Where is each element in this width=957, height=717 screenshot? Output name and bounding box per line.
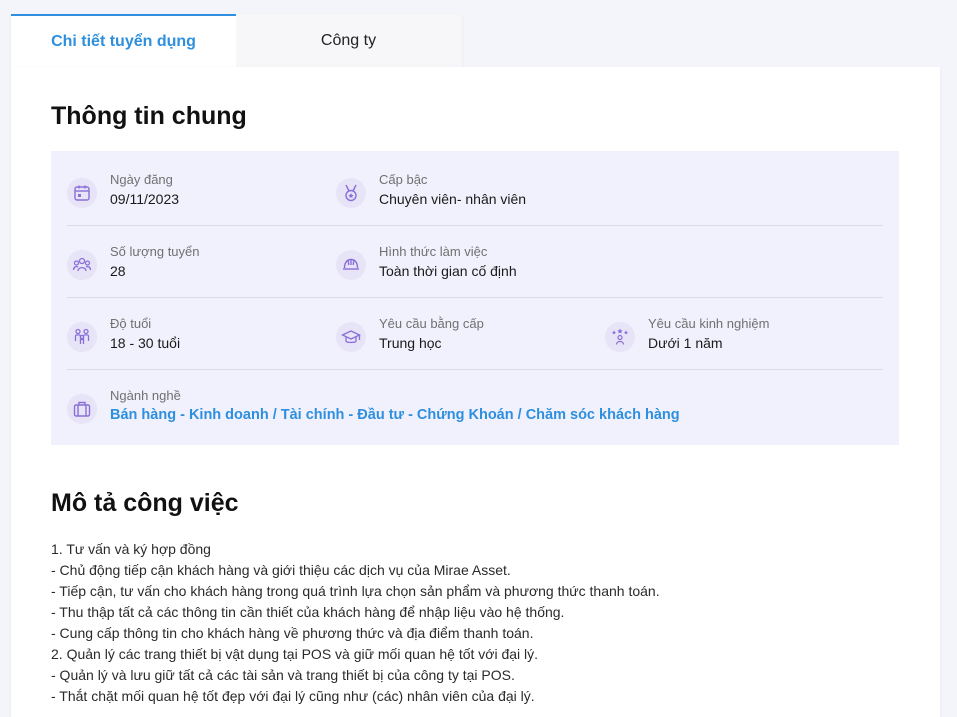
degree-label: Yêu cầu bằng cấp xyxy=(379,316,484,331)
work-type-value: Toàn thời gian cố định xyxy=(379,263,517,279)
description-line: - Thu thập tất cả các thông tin cần thiế… xyxy=(51,604,565,620)
industry-link[interactable]: Bán hàng - Kinh doanh / Tài chính - Đầu … xyxy=(110,407,680,423)
family-icon xyxy=(67,322,97,352)
age-label: Độ tuổi xyxy=(110,316,152,331)
job-detail-card: Thông tin chung Ngày đăng 09/11/2023 Cấp… xyxy=(11,67,940,717)
description-line: 2. Quản lý các trang thiết bị vật dụng t… xyxy=(51,646,539,662)
quantity-value: 28 xyxy=(110,263,126,279)
work-type-label: Hình thức làm việc xyxy=(379,244,488,259)
helmet-icon xyxy=(336,250,366,280)
degree-value: Trung học xyxy=(379,335,442,351)
level-label: Cấp bậc xyxy=(379,172,428,187)
briefcase-icon xyxy=(67,394,97,424)
calendar-icon xyxy=(67,178,97,208)
description-line: - Thắt chặt mối quan hệ tốt đẹp với đại … xyxy=(51,688,535,704)
post-date-value: 09/11/2023 xyxy=(110,191,180,207)
people-icon xyxy=(67,250,97,280)
level-value: Chuyên viên- nhân viên xyxy=(379,191,527,207)
info-row: Độ tuổi 18 - 30 tuổi Yêu cầu bằng cấp Tr… xyxy=(51,295,899,367)
tab-company[interactable]: Công ty xyxy=(236,14,461,68)
description-line: - Chủ động tiếp cận khách hàng và giới t… xyxy=(51,562,511,578)
person-stars-icon xyxy=(605,322,635,352)
experience-value: Dưới 1 năm xyxy=(648,335,723,351)
tab-job-details[interactable]: Chi tiết tuyển dụng xyxy=(11,14,236,68)
medal-icon xyxy=(336,178,366,208)
info-row: Số lượng tuyển 28 Hình thức làm việc Toà… xyxy=(51,223,899,295)
description-line: - Cung cấp thông tin cho khách hàng về p… xyxy=(51,625,534,641)
job-description-text: 1. Tư vấn và ký hợp đồng - Chủ động tiếp… xyxy=(51,539,911,707)
description-line: - Quản lý và lưu giữ tất cả các tài sản … xyxy=(51,667,515,683)
quantity-label: Số lượng tuyển xyxy=(110,244,200,259)
post-date-label: Ngày đăng xyxy=(110,172,173,187)
tab-bar: Chi tiết tuyển dụng Công ty xyxy=(11,14,462,68)
description-line: 1. Tư vấn và ký hợp đồng xyxy=(51,541,211,557)
info-row: Ngày đăng 09/11/2023 Cấp bậc Chuyên viên… xyxy=(51,151,899,223)
general-info-title: Thông tin chung xyxy=(51,102,247,130)
description-line: - Tiếp cận, tư vấn cho khách hàng trong … xyxy=(51,583,660,599)
info-row: Ngành nghề Bán hàng - Kinh doanh / Tài c… xyxy=(51,367,899,439)
experience-label: Yêu cầu kinh nghiệm xyxy=(648,316,770,331)
graduation-cap-icon xyxy=(336,322,366,352)
general-info-box: Ngày đăng 09/11/2023 Cấp bậc Chuyên viên… xyxy=(51,151,899,445)
job-description-title: Mô tả công việc xyxy=(51,489,239,517)
industry-label: Ngành nghề xyxy=(110,388,181,403)
age-value: 18 - 30 tuổi xyxy=(110,335,181,351)
